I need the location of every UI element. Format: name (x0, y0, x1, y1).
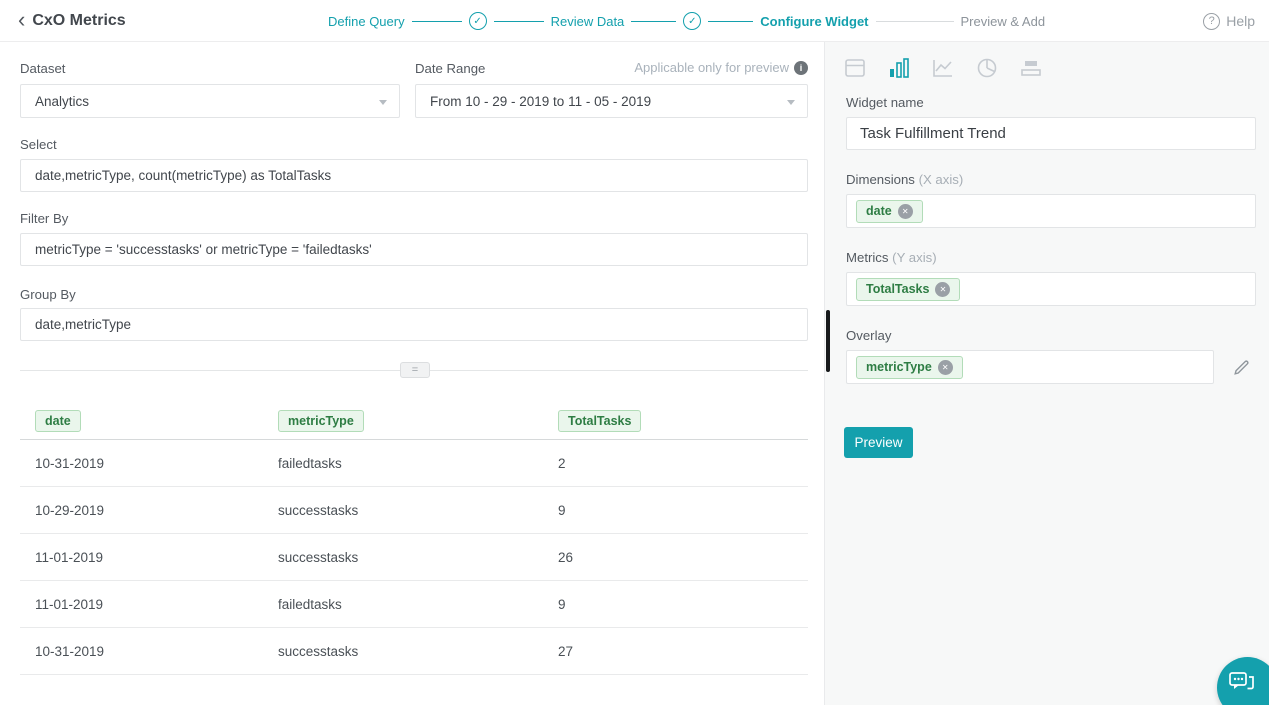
overlay-chip-metrictype: metricType ✕ (856, 356, 963, 379)
cell-date: 10-29-2019 (35, 503, 278, 518)
dimensions-hint: (X axis) (919, 172, 964, 187)
column-chip-totaltasks[interactable]: TotalTasks (558, 410, 641, 432)
metrics-field[interactable]: TotalTasks ✕ (846, 272, 1256, 306)
dimension-chip-date: date ✕ (856, 200, 923, 223)
info-icon: i (794, 61, 808, 75)
date-range-dropdown[interactable]: From 10 - 29 - 2019 to 11 - 05 - 2019 (415, 84, 808, 118)
step-connector (494, 21, 544, 22)
dataset-label: Dataset (20, 61, 65, 76)
filter-by-input[interactable] (20, 233, 808, 266)
step-check-icon: ✓ (683, 12, 701, 30)
select-label: Select (20, 137, 57, 152)
cell-metrictype: failedtasks (278, 597, 558, 612)
step-connector (631, 21, 676, 22)
step-connector (708, 21, 753, 22)
table-row: 11-01-2019 failedtasks 9 (20, 581, 808, 628)
cell-totaltasks: 27 (558, 644, 808, 659)
help-label: Help (1226, 13, 1255, 29)
metrics-label: Metrics (Y axis) (846, 250, 937, 265)
dimensions-field[interactable]: date ✕ (846, 194, 1256, 228)
date-range-label: Date Range (415, 61, 485, 76)
date-range-value: From 10 - 29 - 2019 to 11 - 05 - 2019 (430, 94, 651, 109)
widget-name-input[interactable] (846, 117, 1256, 150)
chevron-down-icon (787, 100, 795, 105)
table-row: 11-01-2019 successtasks 26 (20, 534, 808, 581)
group-by-input[interactable] (20, 308, 808, 341)
cell-metrictype: successtasks (278, 503, 558, 518)
stacked-bar-icon[interactable] (1020, 57, 1042, 79)
top-bar: ‹ CxO Metrics Define Query ✓ Review Data… (0, 0, 1269, 42)
preview-note-text: Applicable only for preview (634, 60, 789, 75)
step-check-icon: ✓ (469, 12, 487, 30)
overlay-label: Overlay (846, 328, 891, 343)
cell-date: 10-31-2019 (35, 456, 278, 471)
cell-totaltasks: 9 (558, 597, 808, 612)
select-input[interactable] (20, 159, 808, 192)
bar-chart-icon[interactable] (888, 57, 910, 79)
preview-button[interactable]: Preview (844, 427, 913, 458)
edit-overlay-icon[interactable] (1232, 357, 1252, 377)
table-row: 10-29-2019 successtasks 9 (20, 487, 808, 534)
table-header-row: date metricType TotalTasks (20, 402, 808, 440)
dataset-dropdown[interactable]: Analytics (20, 84, 400, 118)
chevron-down-icon (379, 100, 387, 105)
dataset-value: Analytics (35, 94, 89, 109)
remove-chip-icon[interactable]: ✕ (935, 282, 950, 297)
widget-name-label: Widget name (846, 95, 924, 110)
cell-date: 10-31-2019 (35, 644, 278, 659)
cell-metrictype: successtasks (278, 644, 558, 659)
cell-totaltasks: 26 (558, 550, 808, 565)
column-chip-date[interactable]: date (35, 410, 81, 432)
table-row: 10-31-2019 successtasks 27 (20, 628, 808, 675)
scrollbar-thumb[interactable] (826, 310, 830, 372)
cell-totaltasks: 9 (558, 503, 808, 518)
metrics-hint: (Y axis) (892, 250, 936, 265)
widget-type-selector (844, 57, 1042, 79)
remove-chip-icon[interactable]: ✕ (938, 360, 953, 375)
resize-handle[interactable]: = (400, 362, 430, 378)
overlay-field[interactable]: metricType ✕ (846, 350, 1214, 384)
page-title: CxO Metrics (32, 12, 125, 30)
line-chart-icon[interactable] (932, 57, 954, 79)
step-define-query[interactable]: Define Query (328, 14, 405, 29)
cell-metrictype: successtasks (278, 550, 558, 565)
cell-date: 11-01-2019 (35, 550, 278, 565)
cell-totaltasks: 2 (558, 456, 808, 471)
group-by-label: Group By (20, 287, 76, 302)
chat-icon (1228, 670, 1256, 696)
step-preview-add[interactable]: Preview & Add (961, 14, 1046, 29)
preview-note: Applicable only for preview i (634, 60, 808, 75)
back-chevron-icon: ‹ (18, 9, 25, 31)
back-button[interactable]: ‹ CxO Metrics (18, 0, 126, 42)
cell-metrictype: failedtasks (278, 456, 558, 471)
metric-chip-totaltasks: TotalTasks ✕ (856, 278, 960, 301)
table-row: 10-31-2019 failedtasks 2 (20, 440, 808, 487)
results-table: date metricType TotalTasks 10-31-2019 fa… (20, 402, 808, 675)
filter-by-label: Filter By (20, 211, 68, 226)
step-connector (412, 21, 462, 22)
cell-date: 11-01-2019 (35, 597, 278, 612)
app-window: ‹ CxO Metrics Define Query ✓ Review Data… (0, 0, 1269, 705)
step-connector (876, 21, 954, 22)
pie-chart-icon[interactable] (976, 57, 998, 79)
dimensions-label: Dimensions (X axis) (846, 172, 963, 187)
column-chip-metrictype[interactable]: metricType (278, 410, 364, 432)
stepper: Define Query ✓ Review Data ✓ Configure W… (328, 0, 1045, 42)
step-configure-widget[interactable]: Configure Widget (760, 14, 868, 29)
help-icon: ? (1203, 13, 1220, 30)
step-review-data[interactable]: Review Data (551, 14, 625, 29)
remove-chip-icon[interactable]: ✕ (898, 204, 913, 219)
widget-config-panel: Widget name Dimensions (X axis) date ✕ M… (824, 42, 1269, 705)
help-button[interactable]: ? Help (1203, 0, 1255, 42)
table-widget-icon[interactable] (844, 57, 866, 79)
